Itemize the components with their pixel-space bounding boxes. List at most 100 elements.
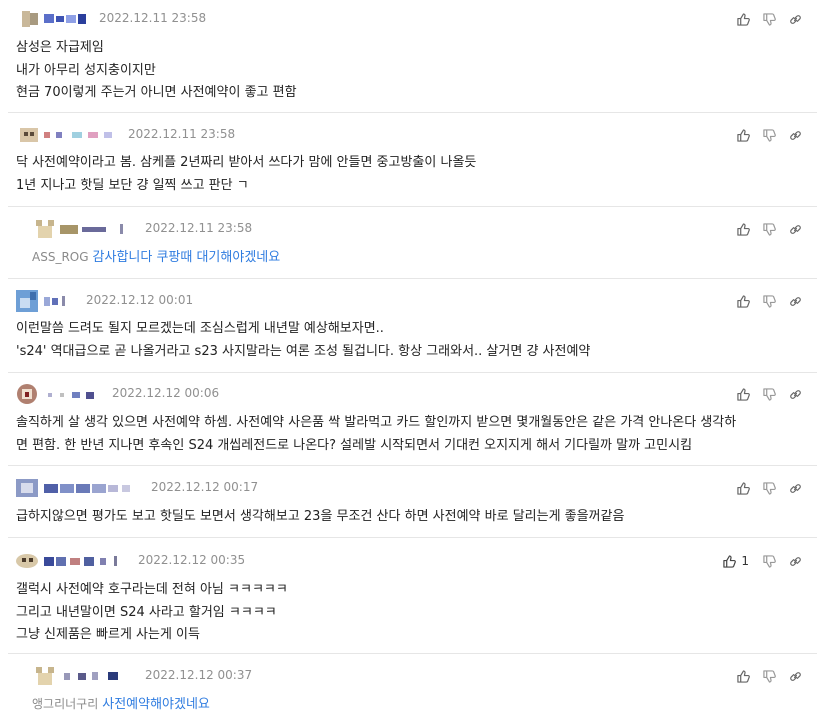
dislike-button[interactable] (761, 480, 777, 496)
reply-text: 감사합니다 쿠팡때 대기해야겠네요 (92, 250, 281, 265)
comment-body: 삼성은 자급제임 내가 아무리 성지충이지만 현금 70이렇게 주는거 아니면 … (16, 37, 797, 105)
comment-header: 2022.12.12 00:37 (0, 665, 817, 687)
comment-line: 's24' 역대급으로 곧 나올거라고 s23 사지말라는 여론 조성 될겁니다… (16, 343, 591, 359)
dislike-button[interactable] (761, 293, 777, 309)
comment-actions (725, 385, 803, 403)
reply-mention[interactable]: 앵그리너구리 (32, 697, 98, 711)
like-button[interactable] (735, 11, 751, 27)
like-button[interactable] (735, 127, 751, 143)
comment-date: 2022.12.12 00:06 (112, 386, 220, 400)
comment-line: 솔직하게 살 생각 있으면 사전예약 하셈. 사전예약 사은품 싹 발라먹고 카… (16, 415, 737, 430)
nickname-blurred[interactable] (60, 670, 130, 682)
comment: 2022.12.12 00:01 이런말씀 드려도 될지 모르겠는데 조심스럽게… (0, 290, 817, 370)
comment-body: 솔직하게 살 생각 있으면 사전예약 하셈. 사전예약 사은품 싹 발라먹고 카… (16, 412, 797, 457)
share-button[interactable] (787, 221, 803, 237)
dislike-button[interactable] (761, 11, 777, 27)
comment-actions (725, 292, 803, 310)
thumbs-up-icon (736, 387, 750, 401)
nickname-blurred[interactable] (44, 295, 68, 307)
comment-line: 그리고 내년말이면 S24 사라고 할거임 ㅋㅋㅋㅋ (16, 604, 277, 620)
comment-header: 2022.12.11 23:58 (0, 218, 817, 240)
thumbs-up-icon (736, 12, 750, 26)
like-count: 1 (741, 554, 749, 568)
avatar (18, 124, 40, 146)
comment-header: 2022.12.12 00:17 (0, 477, 817, 499)
comment-line: 삼성은 자급제임 (16, 40, 104, 55)
nickname-blurred[interactable] (44, 388, 98, 400)
comment-actions (725, 479, 803, 497)
comment: 2022.12.11 23:58 닥 사전예약이라고 봄. 삼케플 2년짜리 받… (0, 124, 817, 204)
dislike-button[interactable] (761, 553, 777, 569)
link-icon (789, 224, 801, 234)
comment-date: 2022.12.11 23:58 (128, 127, 236, 141)
comment-actions (725, 220, 803, 238)
dislike-button[interactable] (761, 668, 777, 684)
divider (8, 278, 817, 279)
nickname-blurred[interactable] (60, 223, 132, 235)
dislike-button[interactable] (761, 221, 777, 237)
avatar (20, 8, 42, 30)
share-button[interactable] (787, 293, 803, 309)
thumbs-down-icon (762, 669, 776, 683)
nickname-blurred[interactable] (44, 555, 122, 567)
avatar (16, 383, 38, 405)
share-button[interactable] (787, 553, 803, 569)
comment-header: 2022.12.11 23:58 (0, 124, 817, 146)
like-button[interactable] (735, 293, 751, 309)
like-button[interactable]: 1 (723, 553, 751, 569)
divider (8, 537, 817, 538)
comment-actions (725, 667, 803, 685)
dislike-button[interactable] (761, 127, 777, 143)
comment-actions (725, 10, 803, 28)
share-button[interactable] (787, 480, 803, 496)
comment-line: 닥 사전예약이라고 봄. 삼케플 2년짜리 받아서 쓰다가 맘에 안들면 중고방… (16, 155, 477, 170)
comment-body: 앵그리너구리 사전예약해야겠네요 (32, 693, 797, 717)
comment-header: 2022.12.12 00:06 (0, 383, 817, 405)
comment: 2022.12.12 00:17 급하지않으면 평가도 보고 핫딜도 보면서 생… (0, 477, 817, 533)
share-button[interactable] (787, 386, 803, 402)
divider (8, 206, 817, 207)
avatar (16, 477, 38, 499)
avatar (34, 218, 56, 240)
comment-line: 그냥 신제품은 빠르게 사는게 이득 (16, 627, 200, 642)
comment-line: 내가 아무리 성지충이지만 (16, 62, 156, 78)
comment-line: 면 편함. 한 반년 지나면 후속인 S24 개씹레전드로 나온다? 설레발 시… (16, 437, 693, 453)
thumbs-down-icon (762, 481, 776, 495)
comment-actions (725, 126, 803, 144)
share-button[interactable] (787, 11, 803, 27)
thumbs-down-icon (762, 222, 776, 236)
nickname-blurred[interactable] (44, 129, 124, 141)
nickname-blurred[interactable] (44, 13, 86, 25)
like-button[interactable] (735, 386, 751, 402)
link-icon (789, 483, 801, 493)
comment-body: 이런말씀 드려도 될지 모르겠는데 조심스럽게 내년말 예상해보자면.. 's2… (16, 318, 797, 363)
nickname-blurred[interactable] (44, 482, 136, 494)
comment-line: 현금 70이렇게 주는거 아니면 사전예약이 좋고 편함 (16, 85, 297, 100)
reply-mention[interactable]: ASS_ROG (32, 250, 89, 264)
comment-header: 2022.12.11 23:58 (0, 8, 817, 30)
share-button[interactable] (787, 668, 803, 684)
comment: 2022.12.12 00:06 솔직하게 살 생각 있으면 사전예약 하셈. … (0, 383, 817, 463)
divider (8, 372, 817, 373)
like-button[interactable] (735, 480, 751, 496)
thumbs-down-icon (762, 294, 776, 308)
comment-line: 급하지않으면 평가도 보고 핫딜도 보면서 생각해보고 23을 무조건 산다 하… (16, 509, 625, 524)
comment-date: 2022.12.12 00:17 (151, 480, 259, 494)
avatar (16, 290, 38, 312)
comment-date: 2022.12.12 00:01 (86, 293, 194, 307)
thumbs-up-icon (736, 222, 750, 236)
comment-body: 갤럭시 사전예약 호구라는데 전혀 아님 ㅋㅋㅋㅋㅋ 그리고 내년말이면 S24… (16, 579, 797, 647)
divider (8, 112, 817, 113)
avatar (16, 550, 38, 572)
comment-body: 급하지않으면 평가도 보고 핫딜도 보면서 생각해보고 23을 무조건 산다 하… (16, 506, 797, 529)
reply-comment: 2022.12.12 00:37 앵그리너구리 사전예약해야겠네요 (0, 665, 817, 723)
avatar (34, 665, 56, 687)
link-icon (789, 296, 801, 306)
like-button[interactable] (735, 668, 751, 684)
share-button[interactable] (787, 127, 803, 143)
thumbs-up-icon (736, 669, 750, 683)
thumbs-up-icon (736, 294, 750, 308)
like-button[interactable] (735, 221, 751, 237)
dislike-button[interactable] (761, 386, 777, 402)
link-icon (789, 556, 801, 566)
